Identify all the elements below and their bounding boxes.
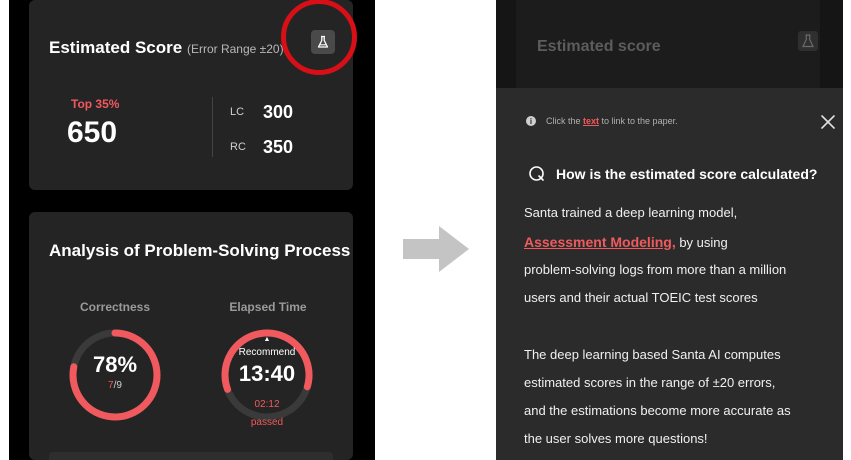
para1-line2: Assessment Modeling, by using [524,228,839,257]
para2-line2: estimated scores in the range of ±20 err… [524,375,776,390]
arrow-right-icon [403,226,469,272]
top-percent-label: Top 35% [71,97,120,111]
correct-count: 7/9 [67,380,163,391]
question-row: How is the estimated score calculated? [528,165,817,183]
score-divider [212,97,213,157]
dimmed-header: Estimated score [496,0,843,88]
para2-line4: the user solves more questions! [524,431,708,446]
question-icon [529,166,544,181]
explanation-screen: Estimated score i Click the text to link… [496,0,843,460]
correctness-percent: 78% [92,352,138,377]
elapsed-time-value: 13:40 [238,361,296,386]
elapsed-label: Elapsed Time [229,300,307,314]
para1-line1: Santa trained a deep learning model, [524,205,738,220]
para2-line1: The deep learning based Santa AI compute… [524,347,781,362]
rc-label: RC [230,141,246,153]
para1-line2-rest: by using [675,235,728,250]
passed-time-value: 02:12 [254,399,280,410]
total-count-value: /9 [113,380,122,391]
score-title-text: Estimated Score [49,38,183,57]
recommend-marker: ▲ [263,336,271,343]
dimmed-flask-icon [798,31,818,51]
passed-label: passed [250,417,284,428]
next-card-edge [49,452,333,460]
dimmed-title: Estimated score [537,38,661,55]
hint-text-link[interactable]: text [583,116,599,126]
assessment-modeling-link[interactable]: Assessment Modeling, [524,234,676,250]
para1-line4: users and their actual TOEIC test scores [524,290,758,305]
estimated-score-value: 650 [67,116,118,149]
recommend-label: Recommend [238,347,296,358]
error-range-text: (Error Range ±20) [186,42,284,56]
explanation-modal: i Click the text to link to the paper. H… [496,88,843,460]
para1-line3: problem-solving logs from more than a mi… [524,262,787,277]
hint-prefix: Click the [546,116,584,126]
para2-line3: and the estimations become more accurate… [524,403,791,418]
question-text: How is the estimated score calculated? [556,166,818,182]
score-screen: Estimated Score (Error Range ±20) Top 35… [9,0,375,460]
info-icon: i [526,116,536,126]
correctness-label: Correctness [79,300,151,314]
analysis-title: Analysis of Problem-Solving Process [49,241,351,260]
paper-link-hint: i Click the text to link to the paper. [526,116,678,126]
score-title: Estimated Score (Error Range ±20) [49,38,284,58]
lc-label: LC [230,106,245,118]
close-icon[interactable] [818,112,838,132]
rc-score: 350 [263,137,294,157]
highlight-circle [281,0,357,75]
hint-suffix: to link to the paper. [599,116,678,126]
lc-score: 300 [263,102,294,122]
analysis-card: Analysis of Problem-Solving Process Corr… [29,212,353,460]
